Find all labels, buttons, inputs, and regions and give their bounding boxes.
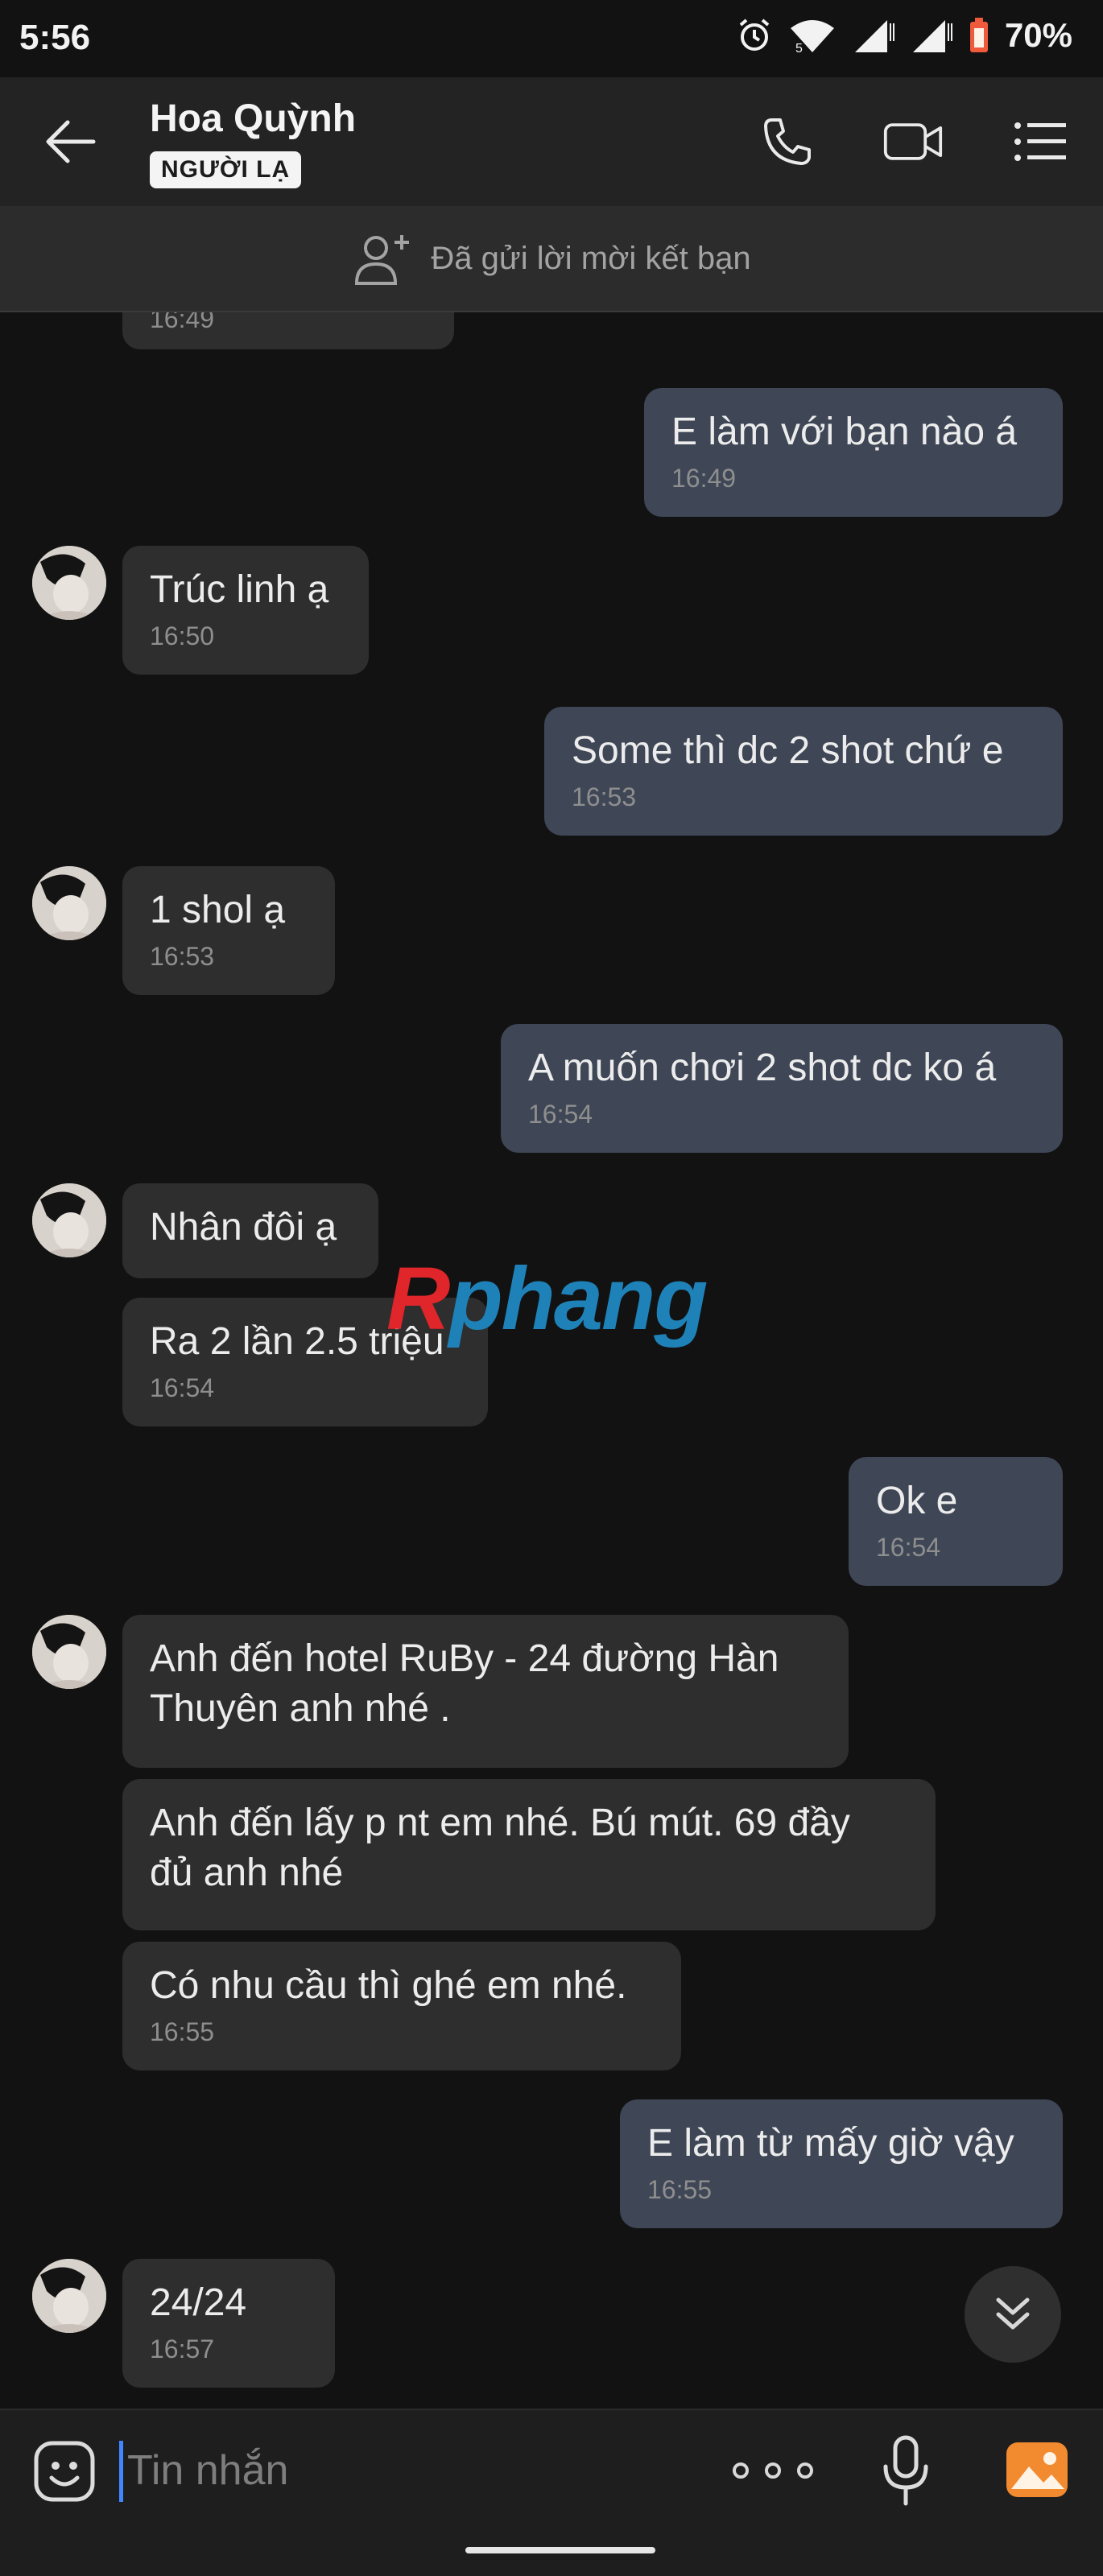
more-options-button[interactable]	[733, 2442, 813, 2499]
message-input[interactable]	[127, 2434, 691, 2507]
message-text: Có nhu cầu thì ghé em nhé.	[150, 1964, 627, 2007]
avatar-image	[32, 1183, 106, 1257]
message-time: 16:57	[150, 2334, 215, 2363]
message-text: 1 shol ạ	[150, 889, 286, 931]
friend-request-status: Đã gửi lời mời kết bạn	[431, 240, 751, 276]
dot-icon	[797, 2462, 813, 2479]
network-type-label: 5	[795, 42, 803, 54]
contact-avatar[interactable]	[32, 1615, 106, 1689]
scroll-to-bottom-button[interactable]	[965, 2266, 1061, 2363]
options-menu-button[interactable]	[1010, 111, 1071, 172]
message-time: 16:50	[150, 621, 215, 650]
text-caret	[119, 2441, 123, 2502]
message-text: Nhân đôi ạ	[150, 1206, 337, 1249]
back-arrow-icon[interactable]	[42, 116, 98, 167]
avatar-image	[32, 1615, 106, 1689]
message-time: 16:53	[150, 942, 215, 971]
add-friend-icon	[355, 235, 410, 285]
message-text: Ok e	[876, 1480, 958, 1522]
status-time: 5:56	[19, 18, 91, 57]
watermark-letter: R	[386, 1249, 450, 1348]
message-time: 16:49	[150, 312, 215, 333]
message-time: 16:54	[528, 1100, 593, 1129]
status-bar: 5:56 5 70%	[0, 0, 1103, 77]
list-menu-icon	[1014, 122, 1066, 161]
watermark-text: phang	[448, 1249, 708, 1348]
message-text-line: Anh đến hotel RuBy - 24 đường Hàn	[150, 1637, 779, 1680]
dot-icon	[733, 2462, 749, 2479]
contact-avatar[interactable]	[32, 2259, 106, 2333]
system-navigation-bar	[0, 2526, 1103, 2576]
message-composer	[0, 2409, 1103, 2526]
message-text: E làm với bạn nào á	[671, 411, 1018, 453]
contact-avatar[interactable]	[32, 866, 106, 940]
message-text: Some thì dc 2 shot chứ e	[572, 729, 1004, 772]
message-text-line: Thuyên anh nhé .	[150, 1687, 451, 1730]
video-camera-icon	[883, 123, 943, 160]
home-gesture-handle[interactable]	[465, 2547, 655, 2553]
message-bubble-outgoing[interactable]: Ok e 16:54	[849, 1457, 1063, 1586]
message-text: E làm từ mấy giờ vậy	[647, 2122, 1014, 2165]
message-time: 16:55	[647, 2175, 713, 2204]
message-text-line: đủ anh nhé	[150, 1852, 344, 1894]
status-icons: 5 70%	[736, 16, 1072, 55]
message-bubble-incoming[interactable]: 24/24 16:57	[122, 2259, 335, 2388]
message-time: 16:55	[150, 2017, 215, 2046]
message-bubble-incoming[interactable]: 1 shol ạ 16:53	[122, 866, 335, 995]
stranger-badge: NGƯỜI LẠ	[150, 151, 302, 188]
avatar-image	[32, 546, 106, 620]
emoji-sticker-icon[interactable]	[32, 2439, 97, 2504]
chat-header: Hoa Quỳnh NGƯỜI LẠ	[0, 77, 1103, 206]
message-time: 16:54	[150, 1373, 215, 1402]
message-bubble-incoming[interactable]: Anh đến hotel RuBy - 24 đường Hàn Thuyên…	[122, 1615, 849, 1768]
battery-percent: 70%	[1004, 16, 1072, 54]
microphone-icon[interactable]	[878, 2434, 934, 2507]
message-time: 16:54	[876, 1533, 941, 1562]
message-bubble-outgoing[interactable]: E làm với bạn nào á 16:49	[644, 388, 1063, 517]
avatar-image	[32, 866, 106, 940]
avatar-image	[32, 2259, 106, 2333]
gallery-image-icon[interactable]	[1003, 2438, 1071, 2502]
watermark-logo: Rphang	[386, 1248, 708, 1350]
message-bubble-incoming[interactable]: Có nhu cầu thì ghé em nhé. 16:55	[122, 1942, 681, 2070]
message-text: Trúc linh ạ	[150, 568, 329, 611]
contact-name[interactable]: Hoa Quỳnh	[150, 97, 356, 141]
friend-request-banner: Đã gửi lời mời kết bạn	[0, 206, 1103, 312]
message-bubble-outgoing[interactable]: Some thì dc 2 shot chứ e 16:53	[544, 707, 1063, 836]
wifi-icon: 5	[790, 20, 834, 54]
voice-call-button[interactable]	[757, 111, 818, 172]
contact-avatar[interactable]	[32, 1183, 106, 1257]
phone-icon	[764, 118, 811, 165]
battery-icon	[969, 18, 988, 52]
message-text-line: Anh đến lấy p nt em nhé. Bú mút. 69 đầy	[150, 1802, 850, 1844]
message-text: 24/24	[150, 2281, 247, 2324]
message-bubble-outgoing[interactable]: E làm từ mấy giờ vậy 16:55	[620, 2099, 1063, 2228]
alarm-icon	[739, 19, 770, 51]
signal-icon-2	[912, 20, 952, 52]
contact-avatar[interactable]	[32, 546, 106, 620]
message-time: 16:53	[572, 782, 637, 811]
double-chevron-down-icon	[996, 2297, 1030, 2330]
video-call-button[interactable]	[882, 111, 944, 172]
message-bubble-incoming[interactable]: Anh đến lấy p nt em nhé. Bú mút. 69 đầy …	[122, 1779, 936, 1930]
message-bubble-outgoing[interactable]: A muốn chơi 2 shot dc ko á 16:54	[501, 1024, 1063, 1153]
message-list[interactable]: 16:49 E làm với bạn nào á 16:49 Trúc lin…	[0, 312, 1103, 2409]
message-text: A muốn chơi 2 shot dc ko á	[528, 1046, 997, 1089]
message-bubble-incoming[interactable]: Nhân đôi ạ	[122, 1183, 378, 1278]
message-time: 16:49	[671, 464, 737, 493]
message-bubble-incoming[interactable]: 16:49	[122, 312, 454, 349]
signal-icon-1	[854, 20, 894, 52]
dot-icon	[765, 2462, 781, 2479]
message-bubble-incoming[interactable]: Trúc linh ạ 16:50	[122, 546, 369, 675]
